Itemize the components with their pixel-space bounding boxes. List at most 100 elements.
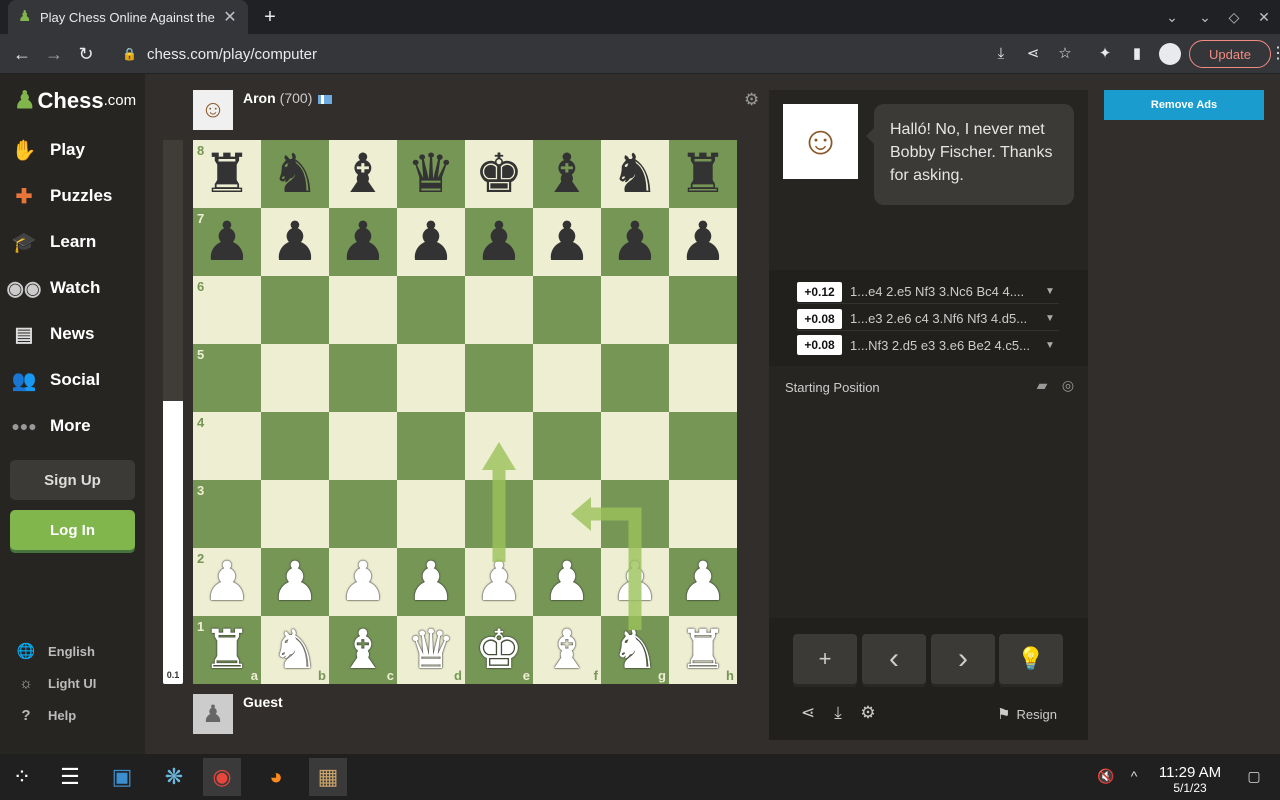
square-e8[interactable]: ♚: [465, 140, 533, 208]
sidebar-item-learn[interactable]: 🎓 Learn: [10, 222, 140, 262]
square-c7[interactable]: ♟: [329, 208, 397, 276]
black-rook-icon[interactable]: ♜: [193, 140, 261, 208]
black-bishop-icon[interactable]: ♝: [533, 140, 601, 208]
black-pawn-icon[interactable]: ♟: [533, 208, 601, 276]
white-bishop-icon[interactable]: ♝: [329, 616, 397, 684]
square-c8[interactable]: ♝: [329, 140, 397, 208]
black-pawn-icon[interactable]: ♟: [329, 208, 397, 276]
square-d2[interactable]: ♟: [397, 548, 465, 616]
square-a8[interactable]: 8 ♜: [193, 140, 261, 208]
square-c6[interactable]: [329, 276, 397, 344]
white-pawn-icon[interactable]: ♟: [261, 548, 329, 616]
archive-manager-icon[interactable]: ▦: [309, 758, 347, 796]
white-pawn-icon[interactable]: ♟: [669, 548, 737, 616]
chess-board[interactable]: 8 ♜ ♞ ♝ ♛ ♚ ♝ ♞ ♜ 7 ♟ ♟ ♟ ♟ ♟ ♟ ♟ ♟ 6 5 4 3 2 ♟ ♟ ♟ ♟ ♟ ♟ ♟ ♟ 1 a ♜ b ♞ c ♝ d ♛…: [193, 140, 737, 684]
square-b4[interactable]: [261, 412, 329, 480]
square-g1[interactable]: g ♞: [601, 616, 669, 684]
square-d1[interactable]: d ♛: [397, 616, 465, 684]
sidebar-item-more[interactable]: ●●● More: [10, 406, 140, 446]
caret-down-icon[interactable]: ▼: [1041, 286, 1059, 297]
square-h7[interactable]: ♟: [669, 208, 737, 276]
square-h5[interactable]: [669, 344, 737, 412]
settings-gear-icon[interactable]: ⚙: [857, 703, 879, 725]
square-f1[interactable]: f ♝: [533, 616, 601, 684]
show-desktop-icon[interactable]: ▢: [1244, 768, 1264, 788]
sidebar-item-social[interactable]: 👥 Social: [10, 360, 140, 400]
next-move-button[interactable]: ›: [931, 634, 995, 684]
remove-ads-button[interactable]: Remove Ads: [1104, 90, 1264, 120]
white-pawn-icon[interactable]: ♟: [193, 548, 261, 616]
previous-move-button[interactable]: ‹: [862, 634, 926, 684]
white-king-icon[interactable]: ♚: [465, 616, 533, 684]
square-a6[interactable]: 6: [193, 276, 261, 344]
square-g6[interactable]: [601, 276, 669, 344]
new-game-button[interactable]: +: [793, 634, 857, 684]
maximize-icon[interactable]: ◇: [1222, 6, 1246, 28]
square-b7[interactable]: ♟: [261, 208, 329, 276]
square-h4[interactable]: [669, 412, 737, 480]
tab-search-icon[interactable]: ⌄: [1160, 6, 1184, 28]
square-c1[interactable]: c ♝: [329, 616, 397, 684]
square-g8[interactable]: ♞: [601, 140, 669, 208]
square-a7[interactable]: 7 ♟: [193, 208, 261, 276]
app-coral-icon[interactable]: ❋: [155, 758, 193, 796]
white-knight-icon[interactable]: ♞: [261, 616, 329, 684]
square-d5[interactable]: [397, 344, 465, 412]
square-b2[interactable]: ♟: [261, 548, 329, 616]
black-queen-icon[interactable]: ♛: [397, 140, 465, 208]
resign-button[interactable]: ⚑ Resign: [997, 705, 1057, 723]
clock[interactable]: 11:29 AM 5/1/23: [1150, 764, 1230, 795]
white-queen-icon[interactable]: ♛: [397, 616, 465, 684]
sign-up-button[interactable]: Sign Up: [10, 460, 135, 500]
square-g5[interactable]: [601, 344, 669, 412]
launcher-icon[interactable]: ⁘: [3, 758, 41, 796]
square-h2[interactable]: ♟: [669, 548, 737, 616]
side-panel-icon[interactable]: ▮: [1126, 43, 1148, 65]
square-c5[interactable]: [329, 344, 397, 412]
language-link[interactable]: 🌐 English: [16, 639, 95, 663]
firefox-icon[interactable]: ◕: [257, 758, 295, 796]
store-icon[interactable]: ▣: [103, 758, 141, 796]
close-window-icon[interactable]: ✕: [1252, 6, 1276, 28]
share-icon[interactable]: ⋖: [1022, 43, 1044, 65]
update-button[interactable]: Update: [1189, 40, 1271, 68]
square-c4[interactable]: [329, 412, 397, 480]
caret-down-icon[interactable]: ▼: [1041, 340, 1059, 351]
black-knight-icon[interactable]: ♞: [601, 140, 669, 208]
square-f8[interactable]: ♝: [533, 140, 601, 208]
square-a1[interactable]: 1 a ♜: [193, 616, 261, 684]
hint-button[interactable]: 💡: [999, 634, 1063, 684]
sidebar-item-news[interactable]: ▤ News: [10, 314, 140, 354]
square-e6[interactable]: [465, 276, 533, 344]
download-icon[interactable]: ⤓: [827, 703, 849, 725]
square-b3[interactable]: [261, 480, 329, 548]
profile-avatar-icon[interactable]: [1159, 43, 1181, 65]
square-c3[interactable]: [329, 480, 397, 548]
square-e5[interactable]: [465, 344, 533, 412]
volume-muted-icon[interactable]: 🔇: [1096, 768, 1116, 788]
square-a4[interactable]: 4: [193, 412, 261, 480]
square-g4[interactable]: [601, 412, 669, 480]
extensions-icon[interactable]: ✦: [1094, 43, 1116, 65]
forward-icon[interactable]: →: [42, 42, 66, 66]
square-f5[interactable]: [533, 344, 601, 412]
sidebar-item-watch[interactable]: ◉◉ Watch: [7, 268, 140, 308]
chess-logo[interactable]: ♟ Chess .com: [14, 86, 136, 115]
engine-line[interactable]: +0.12 1...e4 2.e5 Nf3 3.Nc6 Bc4 4.... ▼: [797, 280, 1059, 304]
square-h3[interactable]: [669, 480, 737, 548]
square-d6[interactable]: [397, 276, 465, 344]
square-f4[interactable]: [533, 412, 601, 480]
square-g2[interactable]: ♟: [601, 548, 669, 616]
square-g7[interactable]: ♟: [601, 208, 669, 276]
black-knight-icon[interactable]: ♞: [261, 140, 329, 208]
square-a5[interactable]: 5: [193, 344, 261, 412]
share-icon[interactable]: ⋖: [797, 703, 819, 725]
black-pawn-icon[interactable]: ♟: [601, 208, 669, 276]
back-icon[interactable]: ←: [10, 42, 34, 66]
sidebar-item-play[interactable]: ✋ Play: [10, 130, 140, 170]
square-e1[interactable]: e ♚: [465, 616, 533, 684]
white-pawn-icon[interactable]: ♟: [465, 548, 533, 616]
reload-icon[interactable]: ↻: [74, 42, 98, 66]
white-rook-icon[interactable]: ♜: [193, 616, 261, 684]
square-b8[interactable]: ♞: [261, 140, 329, 208]
